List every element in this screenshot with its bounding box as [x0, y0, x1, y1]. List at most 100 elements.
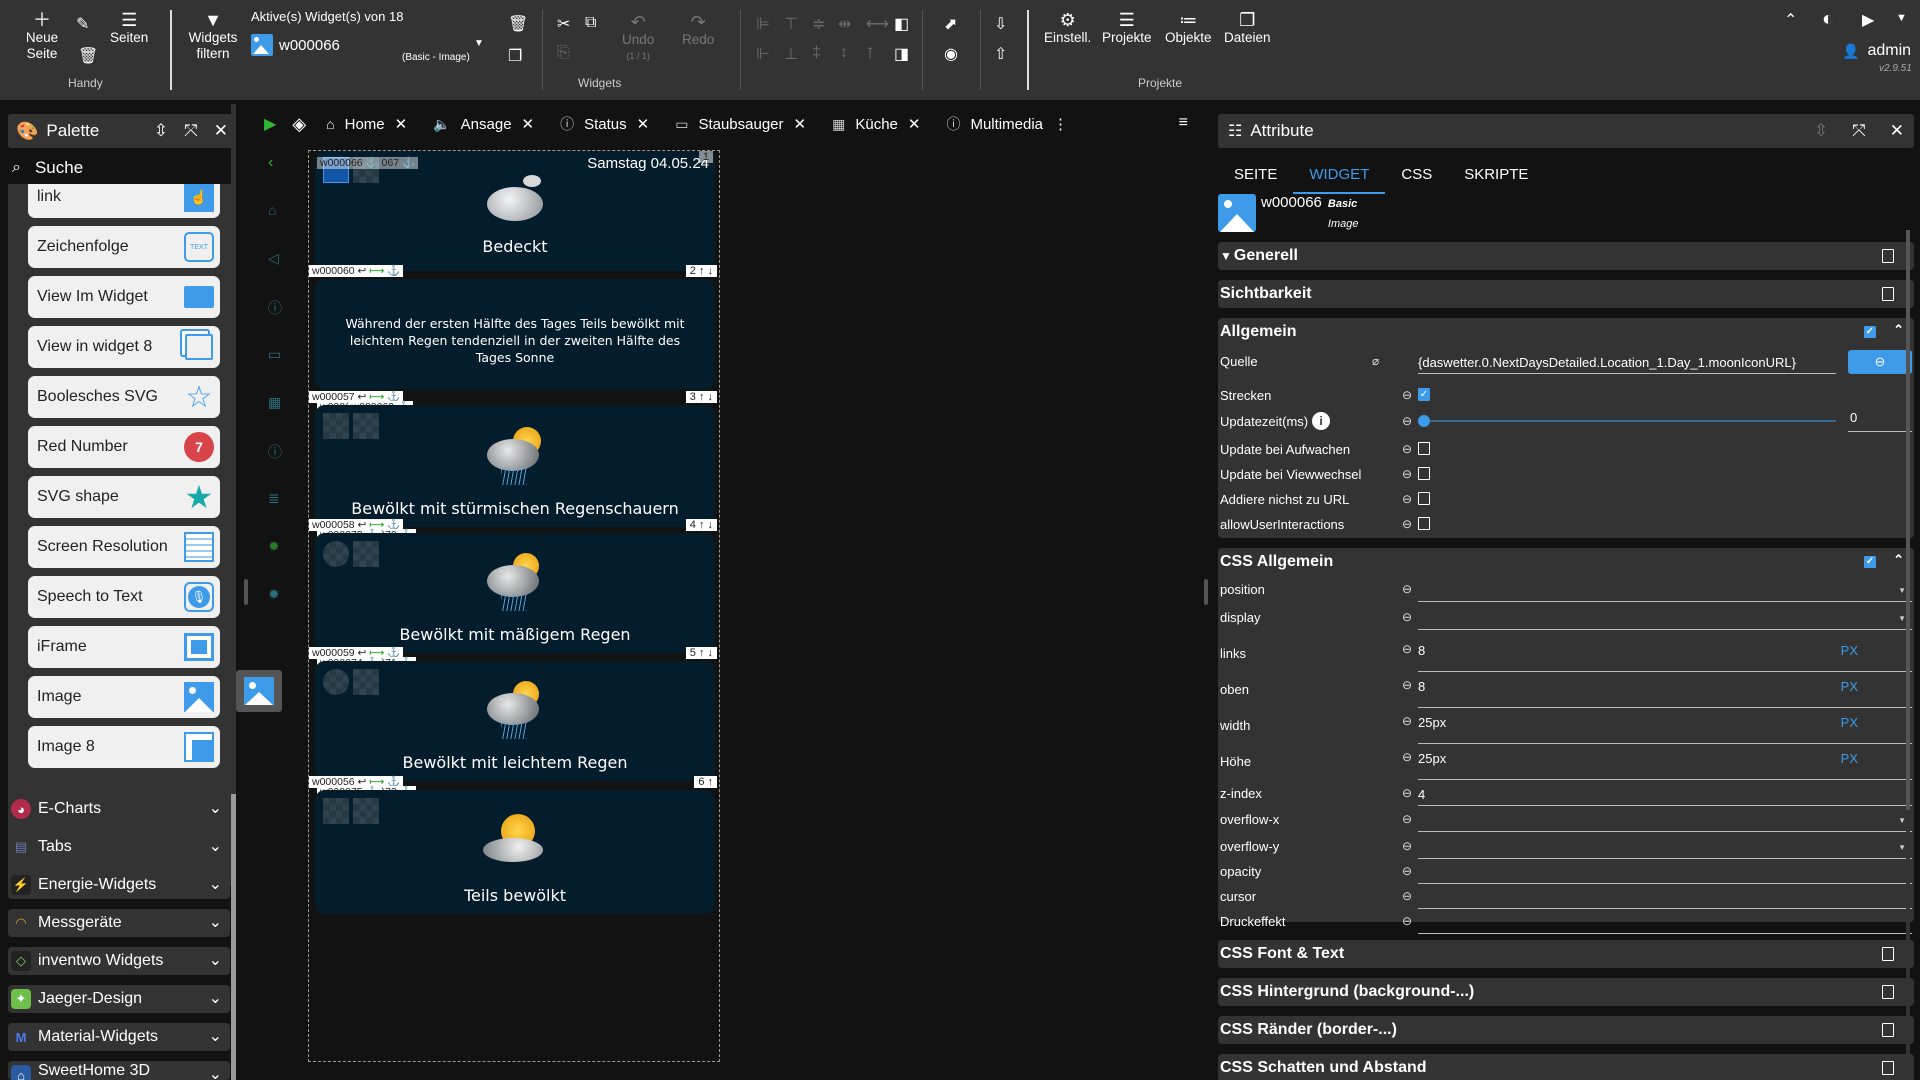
tab-seite[interactable]: SEITE [1218, 160, 1293, 194]
link-icon[interactable]: ⊖ [1402, 678, 1412, 692]
palette-item-boolesches-svg[interactable]: Boolesches SVG ☆ [28, 376, 220, 418]
duplicate-icon[interactable]: ⧉ [585, 14, 596, 32]
palette-item-svg-shape[interactable]: SVG shape ★ [28, 476, 220, 518]
link-icon[interactable]: ⊖ [1402, 839, 1412, 853]
section-generell[interactable]: ▼ Generell [1218, 242, 1914, 270]
pages-button[interactable]: ☰ Seiten [110, 10, 148, 46]
section-checkbox[interactable] [1882, 249, 1894, 263]
filter-widgets-button[interactable]: ▼ Widgets filtern [186, 10, 240, 62]
run-icon[interactable]: ▶ [1862, 10, 1874, 30]
close-tab-icon[interactable]: ✕ [794, 115, 807, 133]
align-top-icon[interactable]: ⊤ [784, 14, 798, 34]
palette-search[interactable]: ⌕ Suche [8, 152, 236, 184]
palette-item-image[interactable]: Image [28, 676, 220, 718]
palette-item-view-im-widget[interactable]: View Im Widget [28, 276, 220, 318]
bring-front-icon[interactable]: ◧ [894, 14, 909, 34]
collapse-sidebar-icon[interactable]: ‹ [268, 154, 273, 172]
copy-widget-icon[interactable]: ❐ [508, 46, 522, 66]
unit-toggle[interactable]: PX [1841, 751, 1858, 766]
section-sichtbarkeit[interactable]: Sichtbarkeit [1218, 280, 1914, 308]
section-checkbox[interactable] [1882, 985, 1894, 999]
quelle-input[interactable]: {daswetter.0.NextDaysDetailed.Location_1… [1418, 354, 1836, 374]
select-object-button[interactable]: ⊖ [1848, 350, 1912, 374]
tab-css[interactable]: CSS [1385, 160, 1448, 194]
send-back-icon[interactable]: ◨ [894, 44, 909, 64]
category-messgeraete[interactable]: ◠ Messgeräte ⌄ [8, 909, 230, 937]
link-icon[interactable]: ⊖ [1402, 812, 1412, 826]
alert-icon[interactable]: ⓘ [268, 298, 282, 318]
tab-home[interactable]: ⌂ Home ✕ [326, 115, 407, 134]
link-icon[interactable]: ⊖ [1402, 517, 1412, 531]
attributes-scrollbar[interactable] [1906, 230, 1910, 1080]
link-icon[interactable]: ⊖ [1402, 610, 1412, 624]
category-energie-widgets[interactable]: ⚡ Energie-Widgets ⌄ [8, 871, 230, 899]
oben-input[interactable]: 8 PX [1418, 678, 1912, 708]
alert-icon[interactable]: ⓘ [268, 442, 282, 462]
tab-status[interactable]: ⓘ Status ✕ [560, 114, 649, 134]
close-tab-icon[interactable]: ✕ [522, 115, 535, 133]
link-icon[interactable]: ⊖ [1402, 750, 1412, 764]
collapse-toolbar-icon[interactable]: ⌃ [1784, 10, 1797, 30]
category-sweethome-3d[interactable]: ⌂ SweetHome 3D ⌄ [8, 1061, 230, 1080]
category-jaeger-design[interactable]: ✦ Jaeger-Design ⌄ [8, 985, 230, 1013]
distribute-h-icon[interactable]: ⇹ [838, 14, 851, 34]
collapse-all-icon[interactable]: ⤧ [184, 121, 198, 141]
delete-page-icon[interactable]: 🗑 [78, 46, 98, 66]
undo-button[interactable]: ↶ Undo (1 / 1) [622, 12, 654, 64]
link-icon[interactable]: ⊖ [1402, 786, 1412, 800]
palette-item-screen-resolution[interactable]: Screen Resolution [28, 526, 220, 568]
projects-button[interactable]: ☰ Projekte [1102, 10, 1152, 46]
order-tag[interactable]: 2 ↑ ↓ [685, 265, 717, 277]
updatezeit-input[interactable]: 0 [1848, 410, 1912, 432]
category-material-widgets[interactable]: M Material-Widgets ⌄ [8, 1023, 230, 1051]
widget-selector[interactable]: w000066 [251, 34, 340, 56]
tab-ansage[interactable]: 🔈 Ansage ✕ [433, 115, 535, 134]
info-icon[interactable]: i [1312, 412, 1330, 430]
close-tab-icon[interactable]: ✕ [908, 115, 921, 133]
view-canvas[interactable]: Samstag 04.05.24 Bedeckt w000066 ⚓ 067 ⚓… [308, 150, 720, 1062]
update-aufwachen-checkbox[interactable] [1418, 442, 1430, 455]
same-height-icon[interactable]: ⊺ [866, 44, 874, 64]
hoehe-input[interactable]: 25px PX [1418, 750, 1912, 780]
link-icon[interactable]: ⊖ [1402, 582, 1412, 596]
trend-arrow-icon[interactable] [353, 669, 379, 695]
delete-widget-icon[interactable]: 🗑 [508, 14, 528, 34]
import-icon[interactable]: ⇩ [994, 14, 1007, 34]
section-checkbox-checked[interactable]: ✓ [1864, 556, 1876, 568]
chevron-up-icon[interactable]: ⌃ [1893, 552, 1904, 568]
same-width-icon[interactable]: ⟷ [866, 14, 889, 34]
weather-card[interactable]: Bewölkt mit stürmischen Regenschauern [315, 405, 715, 527]
position-select[interactable]: ▼ [1418, 582, 1912, 602]
align-center-h-icon[interactable]: ‡ [812, 44, 821, 62]
light-icon[interactable]: ✹ [268, 538, 280, 555]
moon-icon[interactable] [323, 541, 349, 567]
panel-resize-handle[interactable] [1204, 579, 1208, 605]
tab-kueche[interactable]: ▦ Küche ✕ [832, 115, 921, 134]
allow-interactions-checkbox[interactable] [1418, 517, 1430, 530]
palette-item-iframe[interactable]: iFrame [28, 626, 220, 668]
overflow-y-select[interactable]: ▼ [1418, 839, 1912, 859]
paste-icon[interactable]: ⎘ [557, 44, 570, 62]
tabs-menu-icon[interactable]: ≡ [1179, 114, 1188, 132]
order-tag[interactable]: 4 ↑ ↓ [685, 519, 717, 531]
order-tag[interactable]: 3 ↑ ↓ [685, 391, 717, 403]
width-input[interactable]: 25px PX [1418, 714, 1912, 744]
link-icon[interactable]: ⊖ [1402, 914, 1412, 928]
expand-all-icon[interactable]: ⇳ [154, 121, 168, 141]
weather-card[interactable]: Bewölkt mit leichtem Regen [315, 661, 715, 781]
overflow-x-select[interactable]: ▼ [1418, 812, 1912, 832]
updatezeit-slider[interactable] [1418, 415, 1836, 427]
link-icon[interactable]: ⊖ [1402, 642, 1412, 656]
link-icon[interactable]: ⊖ [1402, 492, 1412, 506]
align-left-icon[interactable]: ⊫ [756, 14, 770, 34]
order-tag[interactable]: 5 ↑ ↓ [685, 647, 717, 659]
link-icon[interactable]: ⊖ [1402, 442, 1412, 456]
unlink-icon[interactable]: ⌀ [1372, 354, 1379, 368]
close-tab-icon[interactable]: ✕ [637, 115, 650, 133]
light-icon[interactable]: ✹ [268, 586, 280, 603]
collapse-all-icon[interactable]: ⤧ [1852, 121, 1866, 141]
display-select[interactable]: ▼ [1418, 610, 1912, 630]
z-index-input[interactable]: 4 [1418, 786, 1912, 806]
files-button[interactable]: ❐ Dateien [1224, 10, 1271, 46]
widget-tag[interactable]: w000060 ↩ ⟼ ⚓ [309, 265, 404, 277]
